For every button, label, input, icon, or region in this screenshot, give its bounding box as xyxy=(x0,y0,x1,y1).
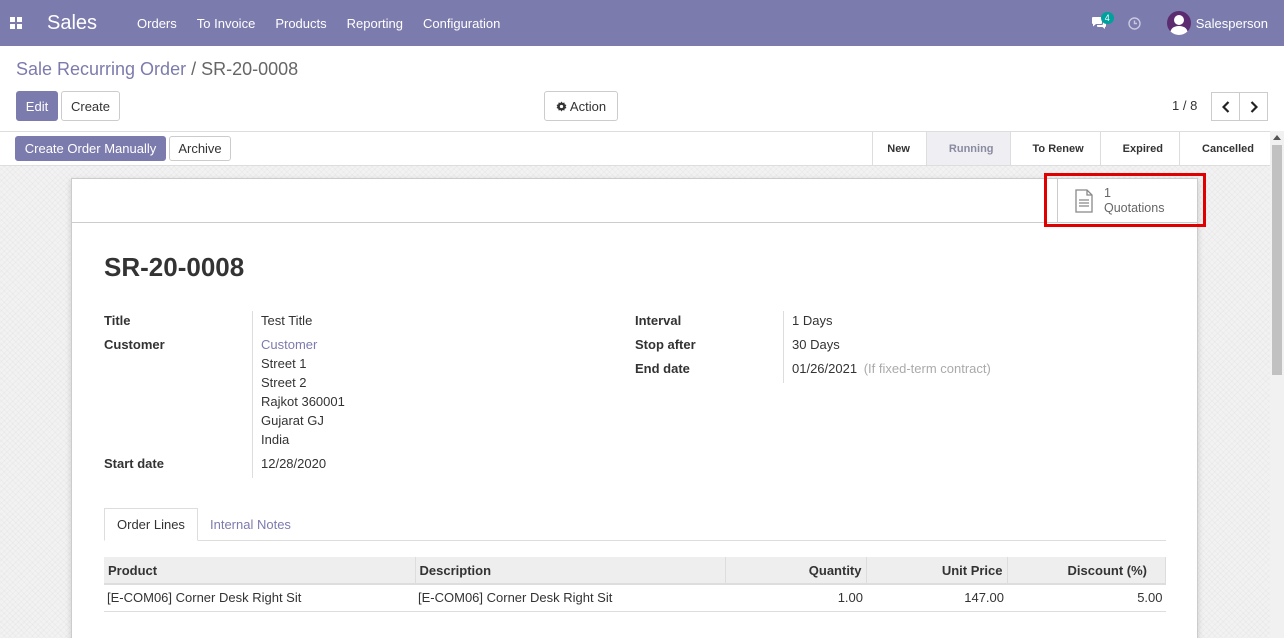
app-name[interactable]: Sales xyxy=(47,12,97,35)
action-label: Action xyxy=(569,98,607,114)
start-date-value: 12/28/2020 xyxy=(261,456,327,471)
address-line: Street 2 xyxy=(261,375,307,390)
pager-value[interactable]: 1 / 8 xyxy=(1172,98,1197,113)
start-date-label: Start date xyxy=(104,456,164,471)
breadcrumb-separator: / xyxy=(191,59,197,79)
end-date-value: 01/26/2021 (If fixed-term contract) xyxy=(792,361,991,376)
address-line: India xyxy=(261,432,290,447)
order-lines-table: Product Description Quantity Unit Price … xyxy=(104,557,1166,612)
col-description[interactable]: Description xyxy=(415,557,726,585)
end-date-text: 01/26/2021 xyxy=(792,361,858,376)
vertical-scrollbar[interactable] xyxy=(1270,131,1284,638)
menu-reporting[interactable]: Reporting xyxy=(337,16,413,31)
end-date-label: End date xyxy=(635,361,690,376)
user-avatar[interactable] xyxy=(1166,11,1191,35)
cell-unit-price: 147.00 xyxy=(866,584,1007,612)
tab-internal-notes[interactable]: Internal Notes xyxy=(198,508,303,541)
breadcrumb: Sale Recurring Order / SR-20-0008 xyxy=(16,59,298,80)
chat-count-badge: 4 xyxy=(1100,12,1114,24)
tab-order-lines[interactable]: Order Lines xyxy=(104,508,198,541)
col-quantity[interactable]: Quantity xyxy=(725,557,867,585)
cell-product: [E-COM06] Corner Desk Right Sit xyxy=(104,584,415,612)
status-step-cancelled[interactable]: Cancelled xyxy=(1179,132,1270,165)
breadcrumb-current: SR-20-0008 xyxy=(201,59,299,79)
pager-next-button[interactable] xyxy=(1239,92,1268,121)
chat-icon[interactable]: 4 xyxy=(1087,0,1114,46)
status-step-expired[interactable]: Expired xyxy=(1099,132,1179,165)
menu-configuration[interactable]: Configuration xyxy=(413,16,510,31)
scroll-up-arrow-icon[interactable] xyxy=(1273,135,1281,140)
customer-label: Customer xyxy=(104,337,165,352)
title-value: Test Title xyxy=(261,313,313,328)
cell-discount: 5.00 xyxy=(1007,584,1166,612)
cell-quantity: 1.00 xyxy=(725,584,866,612)
stop-after-value: 30 Days xyxy=(792,337,840,352)
chevron-right-icon xyxy=(1250,100,1258,113)
edit-button[interactable]: Edit xyxy=(16,91,58,121)
customer-link[interactable]: Customer xyxy=(261,337,317,352)
table-row[interactable]: [E-COM06] Corner Desk Right Sit [E-COM06… xyxy=(104,584,1166,612)
top-navbar: Sales Orders To Invoice Products Reporti… xyxy=(0,0,1284,46)
stop-after-label: Stop after xyxy=(635,337,696,352)
interval-value: 1 Days xyxy=(792,313,833,328)
table-header-row: Product Description Quantity Unit Price … xyxy=(104,557,1166,585)
address-line: Gujarat GJ xyxy=(261,413,324,428)
field-divider-right xyxy=(783,311,784,383)
highlight-box xyxy=(1044,173,1206,227)
apps-menu-icon[interactable] xyxy=(0,0,32,46)
menu-orders[interactable]: Orders xyxy=(127,16,187,31)
title-label: Title xyxy=(104,313,131,328)
pager-previous-button[interactable] xyxy=(1211,92,1240,121)
create-button[interactable]: Create xyxy=(61,91,120,121)
status-step-to-renew[interactable]: To Renew xyxy=(1009,132,1100,165)
status-step-running[interactable]: Running xyxy=(925,132,1010,165)
menu-to-invoice[interactable]: To Invoice xyxy=(187,16,266,31)
menu-products[interactable]: Products xyxy=(265,16,336,31)
address-line: Rajkot 360001 xyxy=(261,394,345,409)
interval-label: Interval xyxy=(635,313,682,328)
archive-button[interactable]: Archive xyxy=(169,136,231,161)
breadcrumb-parent[interactable]: Sale Recurring Order xyxy=(16,59,186,79)
notebook-tabs: Order Lines Internal Notes xyxy=(104,508,1166,541)
status-steps: New Running To Renew Expired Cancelled xyxy=(872,132,1270,165)
col-discount[interactable]: Discount (%) xyxy=(1007,557,1166,585)
status-step-new[interactable]: New xyxy=(872,132,926,165)
record-title: SR-20-0008 xyxy=(104,252,245,282)
main-menu: Orders To Invoice Products Reporting Con… xyxy=(127,16,510,31)
field-divider-left xyxy=(252,311,253,478)
activity-clock-icon[interactable] xyxy=(1125,0,1145,46)
create-order-manually-button[interactable]: Create Order Manually xyxy=(15,136,166,161)
action-button[interactable]: Action xyxy=(544,91,618,121)
cell-description: [E-COM06] Corner Desk Right Sit xyxy=(415,584,725,612)
gear-icon xyxy=(556,100,567,112)
scroll-thumb[interactable] xyxy=(1272,145,1282,375)
address-line: Street 1 xyxy=(261,356,307,371)
smart-button-box: 1 Quotations xyxy=(72,179,1197,223)
chevron-left-icon xyxy=(1221,100,1229,113)
user-name[interactable]: Salesperson xyxy=(1196,16,1268,31)
col-unit-price[interactable]: Unit Price xyxy=(866,557,1008,585)
end-date-hint: (If fixed-term contract) xyxy=(863,361,991,376)
col-product[interactable]: Product xyxy=(104,557,416,585)
